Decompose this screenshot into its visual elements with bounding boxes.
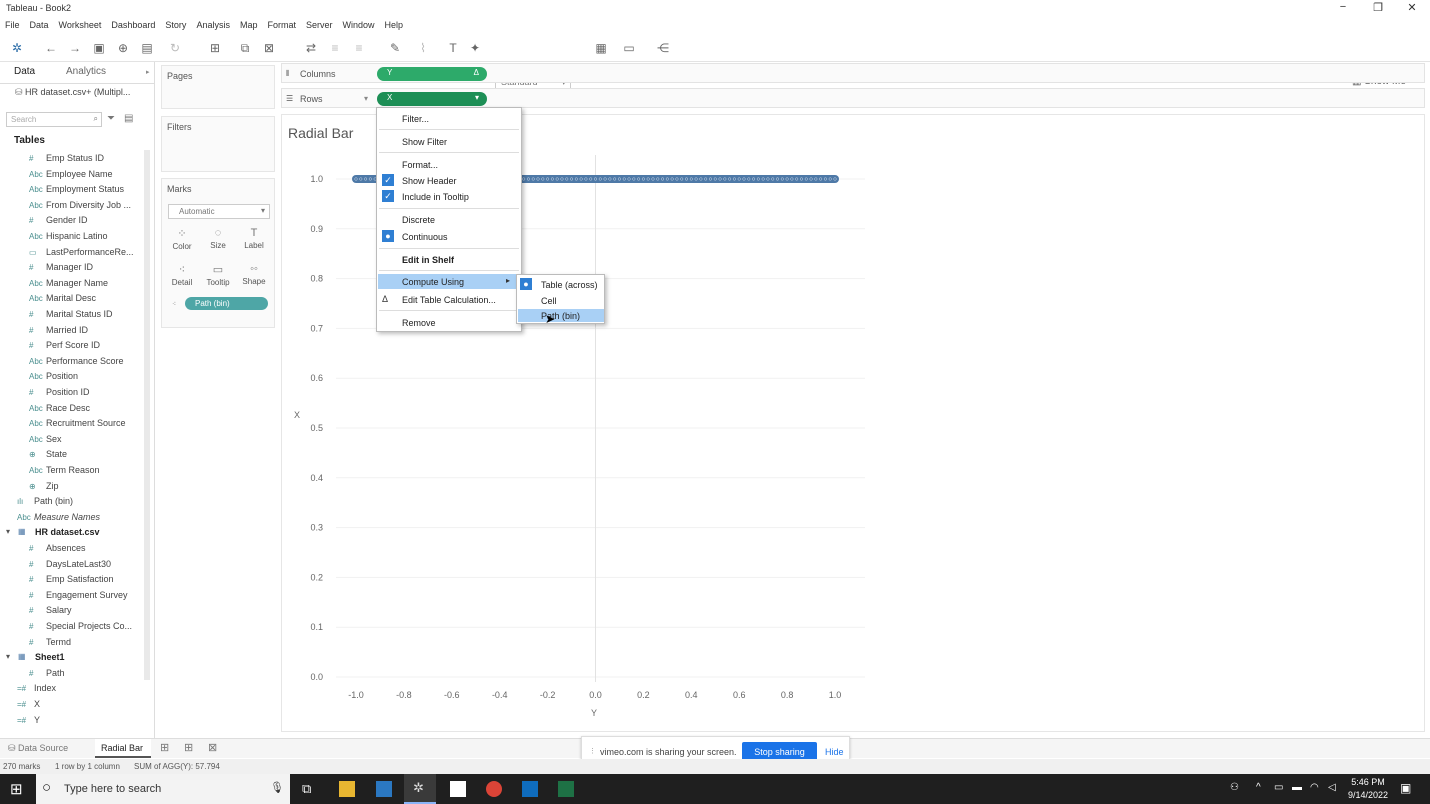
volume-icon[interactable]: ◁ [1328,782,1336,793]
menu-show-header[interactable]: Show Header [402,176,457,186]
chart-svg: 1.0 0.9 0.8 0.7 0.6 0.5 0.4 0.3 0.2 0.1 0.0 -1.0 -0.… [310,155,865,700]
status-rows: 1 row by 1 column [55,762,120,771]
menu-separator [379,129,519,130]
mail-icon[interactable] [376,781,392,797]
menu-separator [379,208,519,209]
y-tick-label: 0.4 [310,473,323,483]
hide-button[interactable]: Hide [825,747,844,757]
new-worksheet-icon[interactable]: ⊞ [160,741,169,754]
battery-icon[interactable]: ▬ [1292,782,1302,793]
task-view-icon[interactable]: ⧉ [302,781,311,797]
y-tick-label: 0.9 [310,224,323,234]
pill-context-menu: Filter... Show Filter Format... ✓ Show H… [376,107,522,332]
y-tick-label: 0.7 [310,323,323,333]
x-tick-label: -1.0 [348,690,364,700]
menu-separator [379,248,519,249]
status-marks: 270 marks [3,762,41,771]
menu-filter[interactable]: Filter... [402,114,429,124]
menu-discrete[interactable]: Discrete [402,215,435,225]
search-icon: ○ [42,779,52,796]
new-story-icon[interactable]: ⊠ [208,741,217,754]
clock-date[interactable]: 9/14/2022 [1346,790,1390,800]
menu-continuous[interactable]: Continuous [402,232,448,242]
x-tick-label: 0.6 [733,690,746,700]
new-dashboard-icon[interactable]: ⊞ [184,741,193,754]
radio-dot-icon: ● [520,278,532,290]
y-tick-label: 0.5 [310,423,323,433]
y-tick-label: 0.8 [310,274,323,284]
y-tick-label: 0.2 [310,572,323,582]
outlook-icon[interactable] [522,781,538,797]
tray-chevron-icon[interactable]: ^ [1256,782,1261,793]
menu-separator [379,152,519,153]
compute-using-submenu: ● Table (across) Cell Path (bin) [516,274,605,324]
y-axis-title: X [294,410,301,420]
tab-data-source[interactable]: ⛁ Data Source [8,743,68,754]
y-tick-label: 1.0 [310,174,323,184]
tableau-icon: ✲ [413,780,424,795]
tab-radial-bar[interactable]: Radial Bar [95,739,151,758]
x-tick-label: -0.6 [444,690,460,700]
submenu-path-bin[interactable]: Path (bin) [518,309,604,322]
status-sum: SUM of AGG(Y): 57.794 [134,762,220,771]
people-icon[interactable]: ⚇ [1230,782,1239,793]
x-tick-label: 0.2 [637,690,650,700]
menu-show-filter[interactable]: Show Filter [402,137,447,147]
network-icon[interactable]: ▭ [1274,782,1283,793]
wifi-icon[interactable]: ◠ [1310,782,1319,793]
menu-remove[interactable]: Remove [402,318,436,328]
menu-include-tooltip[interactable]: Include in Tooltip [402,192,469,202]
y-tick-label: 0.3 [310,523,323,533]
menu-edit-in-shelf[interactable]: Edit in Shelf [402,255,454,265]
x-axis-title: Y [591,708,598,718]
submenu-arrow-icon: ▸ [506,276,511,285]
microphone-icon: 🎙 [270,782,284,794]
submenu-cell[interactable]: Cell [541,296,557,306]
notepad-icon[interactable] [450,781,466,797]
sharing-text: vimeo.com is sharing your screen. [600,747,737,757]
x-tick-label: -0.4 [492,690,508,700]
chrome-icon[interactable] [486,781,502,797]
menu-separator [379,270,519,271]
excel-icon[interactable] [558,781,574,797]
menu-edit-table-calc[interactable]: Edit Table Calculation... [402,295,496,305]
clock-time[interactable]: 5:46 PM [1346,777,1390,787]
check-icon: ✓ [382,190,394,202]
check-icon: ✓ [382,174,394,186]
x-tick-label: 1.0 [829,690,842,700]
y-tick-label: 0.1 [310,622,323,632]
taskbar-search[interactable]: ○ Type here to search 🎙 [36,774,290,804]
tableau-taskbar-button[interactable]: ✲ [404,774,436,804]
x-tick-label: -0.2 [540,690,556,700]
status-bar: 270 marks 1 row by 1 column SUM of AGG(Y… [0,759,1430,774]
menu-format[interactable]: Format... [402,160,438,170]
drag-handle-icon[interactable]: ⋮ [589,747,596,755]
delta-icon: Δ [382,294,389,304]
y-tick-label: 0.0 [310,672,323,682]
x-tick-label: 0.8 [781,690,794,700]
submenu-table-across[interactable]: Table (across) [541,280,598,290]
mouse-cursor-icon: ➤ [545,312,556,326]
windows-taskbar: ⊞ ○ Type here to search 🎙 ⧉ ✲ ⚇ ^ ▭ ▬ ◠ … [0,774,1430,804]
x-tick-label: -0.8 [396,690,412,700]
menu-separator [379,310,519,311]
file-explorer-icon[interactable] [339,781,355,797]
radio-dot-icon: ● [382,230,394,242]
y-tick-label: 0.6 [310,373,323,383]
x-tick-label: 0.0 [589,690,602,700]
windows-start-icon[interactable]: ⊞ [10,780,23,798]
notifications-icon[interactable]: ▣ [1400,781,1411,795]
x-tick-label: 0.4 [685,690,698,700]
menu-compute-using[interactable]: Compute Using ▸ [378,274,520,289]
